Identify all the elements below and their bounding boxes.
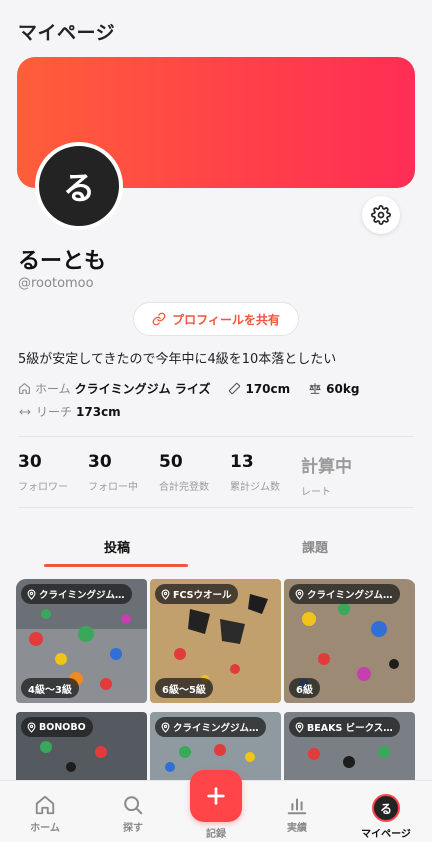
- nav-label: マイページ: [361, 829, 411, 840]
- avatar-char: る: [62, 169, 95, 207]
- nav-achievements[interactable]: 実績: [254, 781, 340, 842]
- gym-tag: クライミングジム…: [155, 717, 266, 737]
- avatar[interactable]: る: [35, 142, 123, 230]
- page-title: マイページ: [18, 22, 116, 44]
- avatar-char: る: [379, 801, 392, 816]
- stat-following[interactable]: 30 フォロー中: [88, 452, 138, 493]
- tab-label: 課題: [301, 541, 328, 556]
- profile-meta-row-1: ホーム クライミングジム ライズ 170cm 60kg: [18, 380, 359, 397]
- stat-total-sends: 50 合計完登数: [159, 452, 209, 493]
- gym-tag: FCSウオール: [155, 584, 239, 604]
- gym-tag-label: FCSウオール: [173, 590, 232, 601]
- home-icon: [18, 382, 31, 395]
- gym-tag: クライミングジム…: [21, 584, 132, 604]
- location-pin-icon: [161, 722, 170, 733]
- home-gym[interactable]: クライミングジム ライズ: [75, 380, 211, 397]
- tab-problems[interactable]: 課題: [216, 528, 414, 568]
- search-icon: [124, 796, 143, 815]
- gym-tag-label: クライミングジム…: [173, 723, 259, 734]
- gym-tag: BONOBO: [21, 717, 93, 737]
- nav-mypage[interactable]: る マイページ: [343, 781, 429, 842]
- location-pin-icon: [295, 722, 304, 733]
- active-tab-indicator: [44, 564, 188, 567]
- post-tile[interactable]: BONOBO: [16, 712, 147, 780]
- profile-bio: 5級が安定してきたので今年中に4級を10本落としたい: [18, 352, 337, 367]
- stat-total-gyms: 13 累計ジム数: [230, 452, 280, 493]
- stat-label: レート: [301, 487, 331, 498]
- stat-value: 計算中: [301, 457, 352, 477]
- profile-meta-row-2: リーチ 173cm: [18, 403, 121, 420]
- home-label: ホーム: [35, 382, 71, 396]
- grade-badge: 6級〜5級: [155, 678, 213, 698]
- share-profile-button[interactable]: プロフィールを共有: [133, 302, 299, 336]
- location-pin-icon: [27, 722, 36, 733]
- gym-tag-label: クライミングジム…: [39, 590, 125, 601]
- avatar: る: [372, 794, 400, 822]
- post-tile[interactable]: クライミングジム… 6級: [284, 579, 415, 703]
- stat-label: フォロワー: [18, 482, 68, 493]
- record-button[interactable]: [190, 770, 242, 822]
- divider: [18, 507, 414, 508]
- home-icon: [35, 795, 55, 815]
- gym-tag: BEAKS ビークス…: [289, 717, 400, 737]
- location-pin-icon: [295, 589, 304, 600]
- record-label: 記録: [206, 829, 226, 840]
- stat-rate: 計算中 レート: [301, 452, 352, 498]
- nav-label: ホーム: [30, 823, 60, 834]
- my-page: マイページ る るーとも @rootomoo プロフィールを共有 5級が安定して…: [0, 0, 432, 842]
- weight-value: 60kg: [326, 381, 360, 396]
- bar-chart-icon: [287, 798, 307, 815]
- gym-tag: クライミングジム…: [289, 584, 400, 604]
- stat-followers[interactable]: 30 フォロワー: [18, 452, 68, 493]
- grade-badge: 6級: [289, 678, 320, 698]
- gym-tag-label: BEAKS ビークス…: [307, 723, 393, 734]
- plus-icon: [207, 787, 225, 805]
- stat-label: 合計完登数: [159, 482, 209, 493]
- reach-label: リーチ: [36, 405, 73, 419]
- gym-tag-label: クライミングジム…: [307, 590, 393, 601]
- location-pin-icon: [27, 589, 36, 600]
- grade-badge: 4級〜3級: [21, 678, 79, 698]
- divider: [18, 436, 414, 437]
- post-tile[interactable]: FCSウオール 6級〜5級: [150, 579, 281, 703]
- posts-grid: クライミングジム… 4級〜3級 FCSウオール 6級〜5級 クライミングジム… …: [16, 579, 416, 780]
- settings-button[interactable]: [362, 196, 400, 234]
- post-tile[interactable]: クライミングジム… 4級〜3級: [16, 579, 147, 703]
- gear-icon: [371, 205, 391, 225]
- nav-label: 探す: [123, 823, 143, 834]
- link-icon: [152, 312, 166, 326]
- profile-handle: @rootomoo: [18, 276, 94, 291]
- nav-label: 実績: [287, 823, 307, 834]
- height-value: 170cm: [245, 381, 291, 396]
- ruler-icon: [228, 382, 241, 395]
- scale-icon: [308, 382, 322, 395]
- share-profile-label: プロフィールを共有: [172, 312, 280, 327]
- stat-label: 累計ジム数: [230, 482, 280, 493]
- tab-label: 投稿: [103, 541, 130, 556]
- location-pin-icon: [161, 589, 170, 600]
- stat-value: 30: [88, 452, 112, 472]
- stat-label: フォロー中: [88, 482, 138, 493]
- tab-posts[interactable]: 投稿: [18, 528, 216, 568]
- stat-value: 30: [18, 452, 42, 472]
- nav-search[interactable]: 探す: [90, 781, 176, 842]
- reach-value: 173cm: [76, 404, 121, 419]
- profile-name: るーとも: [18, 249, 107, 274]
- post-tile[interactable]: BEAKS ビークス…: [284, 712, 415, 780]
- gym-tag-label: BONOBO: [39, 721, 86, 733]
- content-tabs: 投稿 課題: [18, 528, 414, 568]
- nav-home[interactable]: ホーム: [2, 781, 88, 842]
- stat-value: 13: [230, 452, 254, 472]
- arrows-horizontal-icon: [18, 406, 32, 418]
- stat-value: 50: [159, 452, 183, 472]
